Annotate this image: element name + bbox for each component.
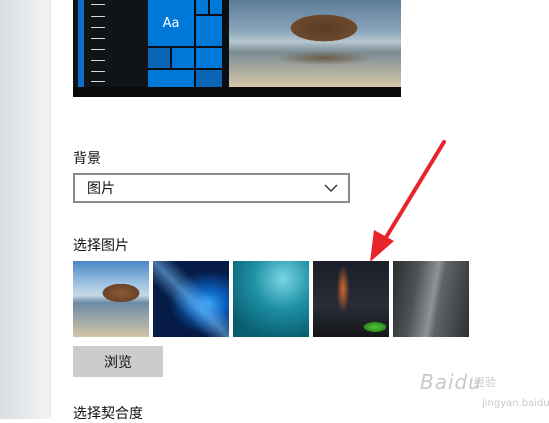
picture-thumbnail-beach[interactable] [73,261,149,337]
chevron-down-icon [324,184,338,192]
preview-taskbar [73,87,401,97]
picture-thumbnail-night-sky[interactable] [313,261,389,337]
choose-picture-label: 选择图片 [73,238,129,254]
baidu-watermark: Baidu 经验 jingyan.baidu.com [420,370,549,418]
picture-thumbnail-underwater[interactable] [233,261,309,337]
preview-tiles: Aa [148,0,226,87]
preview-start-menu [73,0,148,87]
choose-fit-label: 选择契合度 [73,406,143,422]
preview-tile-aa: Aa [148,0,194,46]
picture-thumbnail-windows[interactable] [153,261,229,337]
background-preview: Aa [73,0,401,97]
background-label: 背景 [73,151,101,167]
watermark-sub: 经验 [474,376,496,389]
watermark-brand: Baidu [420,370,482,394]
background-dropdown[interactable]: 图片 [73,173,350,203]
browse-button[interactable]: 浏览 [73,346,163,377]
red-arrow-annotation [370,140,446,262]
watermark-url: jingyan.baidu.com [482,398,549,409]
preview-wallpaper [229,0,401,87]
picture-thumbnails [73,261,473,337]
background-dropdown-value: 图片 [87,181,115,197]
left-panel-edge [0,0,51,419]
picture-thumbnail-rock[interactable] [393,261,469,337]
